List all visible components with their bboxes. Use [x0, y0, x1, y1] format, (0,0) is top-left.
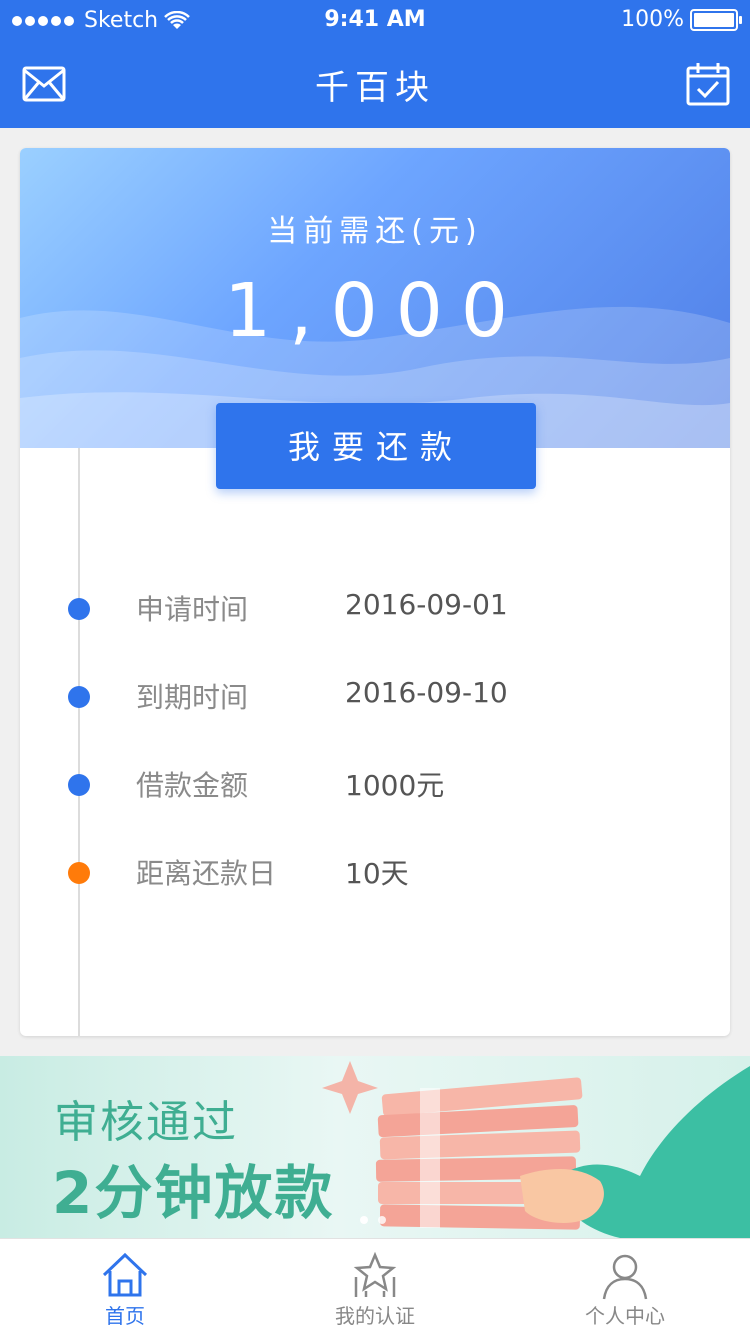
detail-key: 距离还款日 — [136, 857, 277, 890]
timeline-dot — [68, 598, 90, 620]
tab-profile[interactable]: 个人中心 — [500, 1239, 750, 1335]
tab-label: 我的认证 — [335, 1304, 415, 1328]
detail-key: 借款金额 — [136, 769, 249, 802]
amount-value: 1,000 — [224, 268, 526, 354]
page-title: 千百块 — [315, 68, 435, 108]
promo-banner[interactable]: 审核通过 2分钟放款 — [0, 1056, 750, 1238]
tab-label: 个人中心 — [585, 1304, 665, 1328]
timeline-dot — [68, 774, 90, 796]
calendar-check-icon[interactable] — [686, 62, 730, 106]
detail-key: 申请时间 — [136, 593, 249, 626]
timeline-dot — [68, 862, 90, 884]
detail-row: 距离还款日 10天 — [20, 842, 730, 902]
promo-subheadline: 2分钟放款 — [52, 1159, 335, 1227]
promo-headline: 审核通过 — [54, 1097, 238, 1148]
app-header: Sketch 9:41 AM 100% 千百块 — [0, 0, 750, 128]
carousel-indicators — [360, 1216, 386, 1224]
tab-label: 首页 — [105, 1304, 145, 1328]
tab-home[interactable]: 首页 — [0, 1239, 250, 1335]
amount-label: 当前需还(元) — [267, 214, 483, 249]
carousel-dot[interactable] — [378, 1216, 386, 1224]
detail-row: 借款金额 1000元 — [20, 754, 730, 814]
detail-value: 2016-09-01 — [345, 588, 508, 621]
detail-row: 到期时间 2016-09-10 — [20, 666, 730, 726]
battery-percent: 100% — [621, 7, 684, 32]
repayment-card: 当前需还(元) 1,000 我要还款 申请时间 2016-09-01 到期时间 … — [20, 148, 730, 1036]
detail-value: 10天 — [345, 857, 409, 890]
detail-value: 1000元 — [345, 769, 445, 802]
battery-icon — [690, 8, 742, 31]
tab-bar: 首页 我的认证 个人中心 — [0, 1238, 750, 1335]
repay-button[interactable]: 我要还款 — [216, 403, 536, 489]
user-icon — [602, 1254, 648, 1300]
certification-star-icon — [353, 1251, 397, 1297]
battery-status: 100% — [621, 7, 742, 32]
status-bar: Sketch 9:41 AM 100% — [0, 0, 750, 40]
money-stack-illustration — [322, 1061, 750, 1238]
detail-value: 2016-09-10 — [345, 676, 508, 709]
detail-row: 申请时间 2016-09-01 — [20, 578, 730, 638]
tab-certification[interactable]: 我的认证 — [250, 1239, 500, 1335]
home-icon — [102, 1252, 148, 1297]
timeline-line — [78, 448, 80, 1036]
detail-key: 到期时间 — [136, 681, 249, 714]
timeline-dot — [68, 686, 90, 708]
carousel-dot[interactable] — [360, 1216, 368, 1224]
